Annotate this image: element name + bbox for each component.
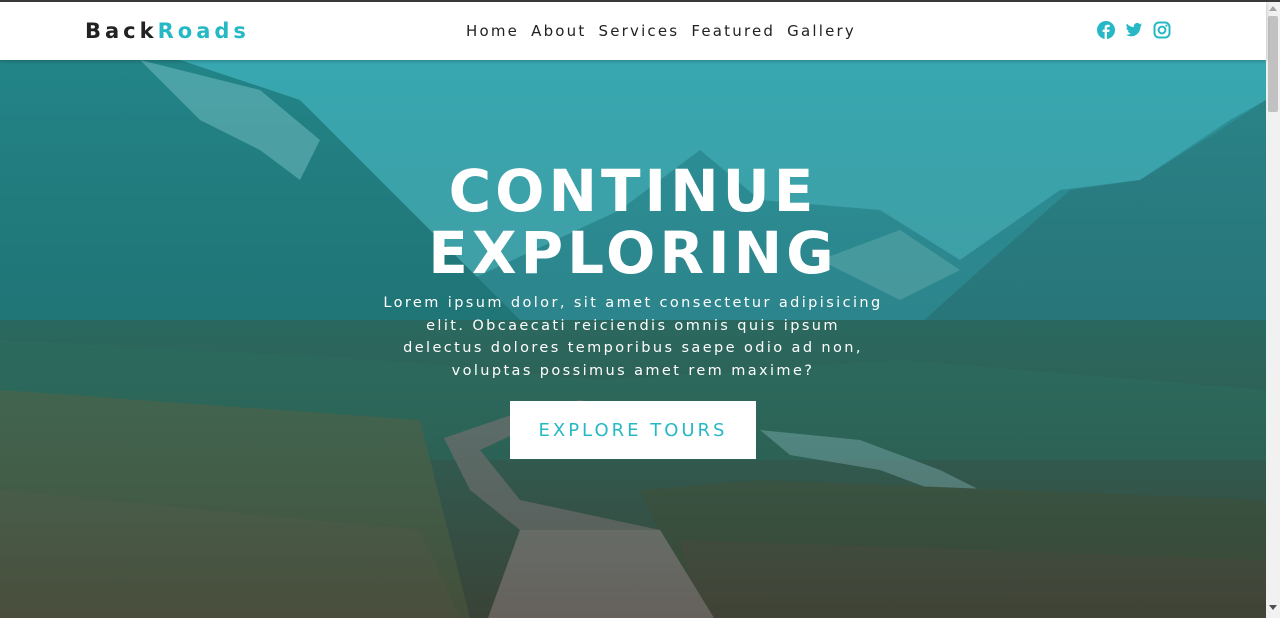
hero-title-line-2: EXPLORING	[428, 219, 838, 287]
instagram-icon[interactable]	[1153, 21, 1171, 39]
nav-link-about[interactable]: About	[531, 22, 586, 40]
scroll-down-arrow-icon[interactable]	[1269, 605, 1277, 610]
navbar: BackRoads Home About Services Featured G…	[0, 2, 1266, 60]
social-links	[1097, 21, 1171, 39]
hero-description-line: delectus dolores temporibus saepe odio a…	[403, 340, 863, 356]
hero-description: Lorem ipsum dolor, sit amet consectetur …	[366, 292, 900, 382]
logo-text-roads: Roads	[157, 19, 250, 43]
nav-links: Home About Services Featured Gallery	[466, 22, 856, 40]
nav-link-services[interactable]: Services	[598, 22, 679, 40]
explore-tours-button[interactable]: EXPLORE TOURS	[510, 401, 756, 459]
hero-banner: CONTINUE EXPLORING Lorem ipsum dolor, si…	[0, 60, 1266, 618]
hero-description-line: elit. Obcaecati reiciendis omnis quis ip…	[426, 317, 840, 334]
logo-text-back: Back	[85, 19, 158, 43]
scroll-up-arrow-icon[interactable]	[1269, 6, 1277, 11]
hero-description-line: Lorem ipsum dolor, sit amet consectetur …	[383, 295, 883, 311]
logo[interactable]: BackRoads	[85, 19, 250, 43]
hero-title-line-1: CONTINUE	[448, 157, 818, 225]
nav-link-featured[interactable]: Featured	[691, 22, 775, 40]
facebook-icon[interactable]	[1097, 21, 1115, 39]
scrollbar-thumb[interactable]	[1268, 16, 1278, 112]
hero-description-line: voluptas possimus amet rem maxime?	[451, 362, 815, 379]
vertical-scrollbar[interactable]	[1266, 2, 1280, 618]
nav-link-home[interactable]: Home	[466, 22, 519, 40]
twitter-icon[interactable]	[1125, 21, 1143, 39]
nav-link-gallery[interactable]: Gallery	[787, 22, 856, 40]
